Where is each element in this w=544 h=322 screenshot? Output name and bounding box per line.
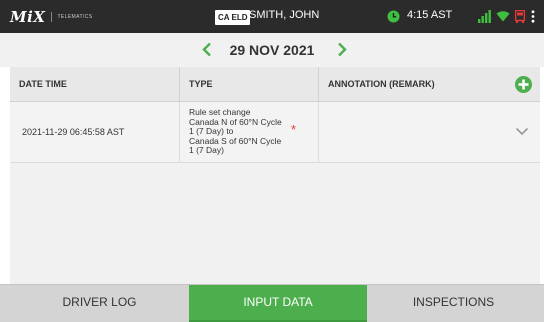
wifi-icon (496, 11, 510, 22)
cell-type: Rule set change Canada N of 60°N Cycle 1… (179, 102, 318, 163)
column-header-type: TYPE (179, 67, 318, 102)
cell-annotation[interactable] (318, 102, 540, 163)
tab-input-data[interactable]: INPUT DATA (189, 285, 367, 322)
signal-icon (478, 10, 491, 23)
tab-driver-log[interactable]: DRIVER LOG (10, 285, 189, 322)
bottom-tab-bar: DRIVER LOG INPUT DATA INSPECTIONS (0, 284, 544, 322)
type-text-line: 1 (7 Day) (189, 145, 224, 155)
logo-subtext: TELEMATICS (57, 14, 93, 20)
chevron-right-icon[interactable] (337, 42, 347, 57)
required-marker: * (291, 122, 297, 137)
logo-divider (51, 12, 53, 22)
driver-name[interactable]: SMITH, JOHN (249, 9, 319, 21)
table-empty-area (10, 163, 540, 284)
column-header-annotation: ANNOTATION (REMARK) (318, 67, 540, 102)
table-row[interactable]: 2021-11-29 06:45:58 AST Rule set change … (10, 102, 540, 163)
logo-text: MiX (10, 8, 46, 26)
chevron-down-icon[interactable] (515, 127, 529, 136)
column-header-date-time: DATE TIME (19, 79, 67, 89)
plus-circle-icon[interactable] (515, 76, 532, 93)
clock-icon (387, 10, 400, 23)
truck-icon (515, 10, 525, 23)
table-header: DATE TIME TYPE ANNOTATION (REMARK) (10, 67, 540, 102)
mix-logo: MiX TELEMATICS (10, 7, 92, 27)
overflow-menu-icon[interactable] (531, 10, 535, 23)
eld-badge: CA ELD (215, 10, 251, 25)
cell-date-time: 2021-11-29 06:45:58 AST (22, 127, 125, 137)
date-navigation: 29 NOV 2021 (0, 33, 544, 67)
status-bar: MiX TELEMATICS CA ELD SMITH, JOHN 4:15 A… (0, 0, 544, 33)
status-time: 4:15 AST (407, 9, 453, 21)
tab-inspections[interactable]: INSPECTIONS (367, 285, 540, 322)
current-date: 29 NOV 2021 (229, 42, 315, 58)
